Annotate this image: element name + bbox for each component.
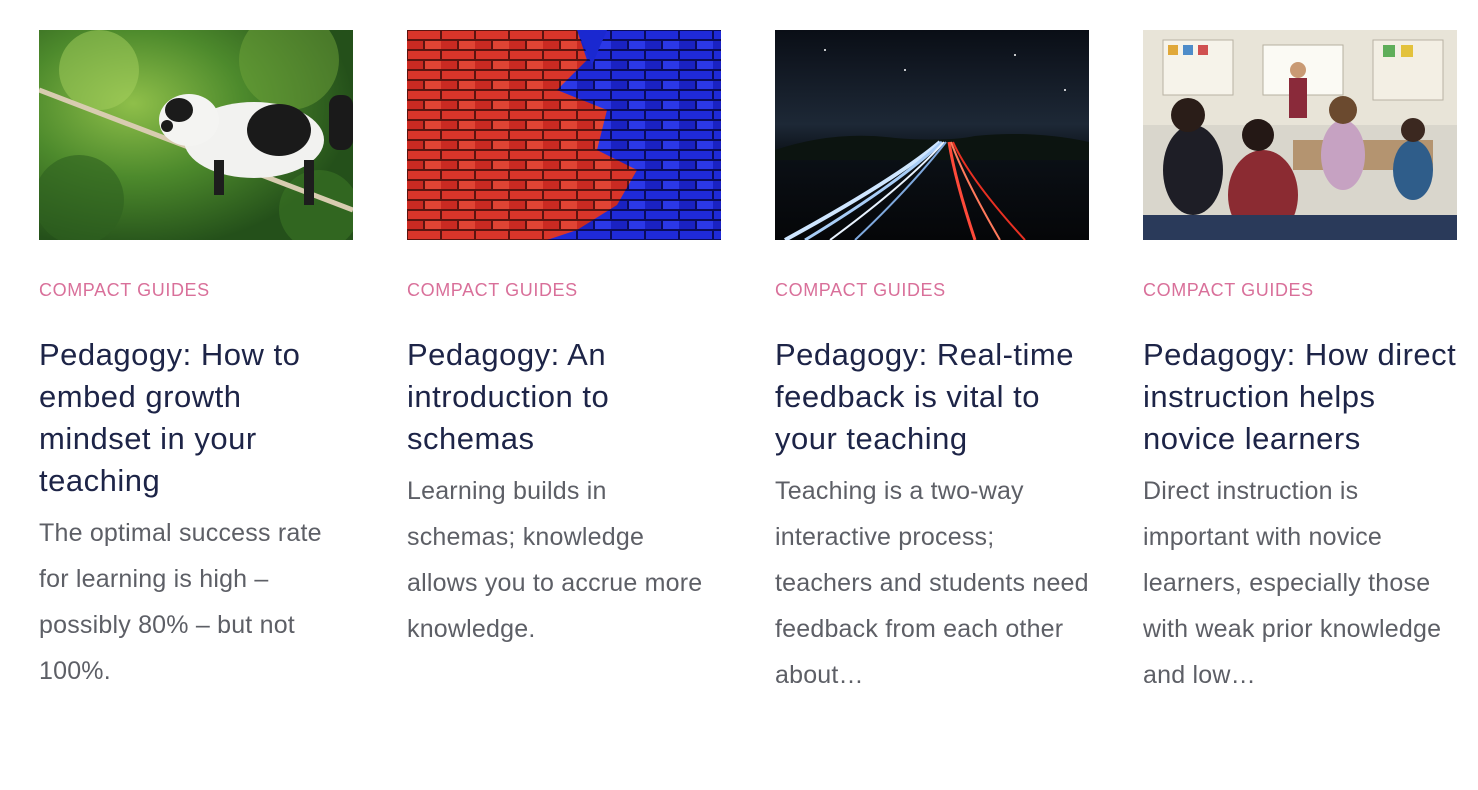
article-title[interactable]: Pedagogy: An introduction to schemas [407,334,721,460]
article-excerpt: Learning builds in schemas; knowledge al… [407,477,703,643]
category-label[interactable]: COMPACT GUIDES [775,280,1089,306]
category-label[interactable]: COMPACT GUIDES [407,280,721,306]
category-link[interactable]: COMPACT GUIDES [1143,280,1314,300]
article-grid: COMPACT GUIDES Pedagogy: How to embed gr… [39,30,1457,698]
article-card[interactable]: COMPACT GUIDES Pedagogy: An introduction… [407,30,721,698]
category-label[interactable]: COMPACT GUIDES [1143,280,1457,306]
article-image[interactable] [1143,30,1457,240]
article-image[interactable] [407,30,721,240]
article-excerpt: The optimal success rate for learning is… [39,519,322,685]
category-link[interactable]: COMPACT GUIDES [775,280,946,300]
article-card[interactable]: COMPACT GUIDES Pedagogy: Real-time feedb… [775,30,1089,698]
article-card[interactable]: COMPACT GUIDES Pedagogy: How direct inst… [1143,30,1457,698]
category-link[interactable]: COMPACT GUIDES [407,280,578,300]
article-title[interactable]: Pedagogy: How direct instruction helps n… [1143,334,1457,460]
article-excerpt: Teaching is a two-way interactive proces… [775,477,1089,689]
article-image[interactable] [39,30,353,240]
article-excerpt: Direct instruction is important with nov… [1143,477,1442,689]
category-label[interactable]: COMPACT GUIDES [39,280,353,306]
article-title[interactable]: Pedagogy: How to embed growth mindset in… [39,334,353,502]
article-title[interactable]: Pedagogy: Real-time feedback is vital to… [775,334,1089,460]
article-image[interactable] [775,30,1089,240]
article-card[interactable]: COMPACT GUIDES Pedagogy: How to embed gr… [39,30,353,698]
category-link[interactable]: COMPACT GUIDES [39,280,210,300]
